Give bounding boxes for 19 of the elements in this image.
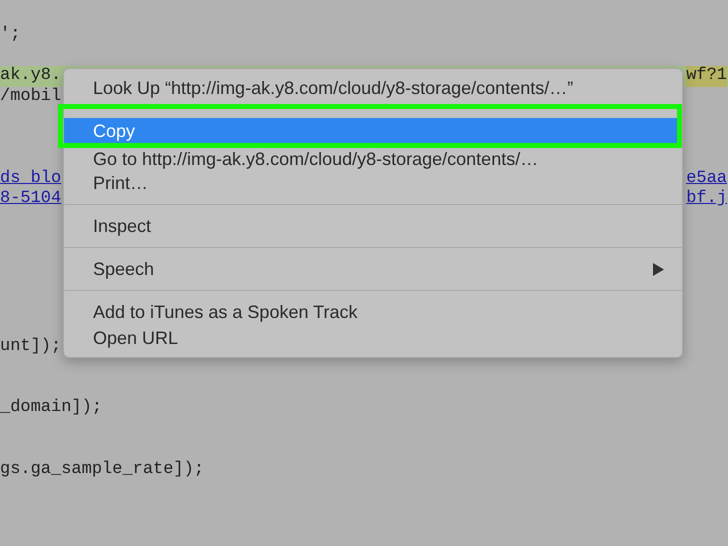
code-link[interactable]: bf.j: [686, 189, 727, 210]
submenu-arrow-icon: [653, 263, 664, 276]
menu-item[interactable]: Add to iTunes as a Spoken Track: [64, 290, 682, 325]
code-link[interactable]: e5aa: [686, 168, 727, 189]
menu-item[interactable]: Speech: [64, 247, 682, 282]
menu-item[interactable]: Go to http://img-ak.y8.com/cloud/y8-storage/contents/…: [64, 144, 682, 170]
code-text: gs.ga_sample_rate]);: [0, 460, 204, 480]
code-text: wf?1: [686, 66, 727, 86]
menu-item[interactable]: Print…: [64, 170, 682, 196]
code-link[interactable]: ds_blo: [0, 168, 62, 189]
code-text: ';: [0, 25, 20, 46]
menu-item[interactable]: Look Up “http://img-ak.y8.com/cloud/y8-storage/contents/…”: [64, 75, 682, 101]
code-text: unt]);: [0, 336, 62, 358]
code-text: ak.y8.: [0, 66, 62, 86]
code-text: _domain]);: [0, 398, 102, 419]
menu-item[interactable]: Inspect: [64, 204, 682, 239]
menu-item[interactable]: Open URL: [64, 325, 682, 351]
code-text: /mobil: [0, 86, 62, 107]
code-link[interactable]: 8-5104: [0, 189, 62, 210]
